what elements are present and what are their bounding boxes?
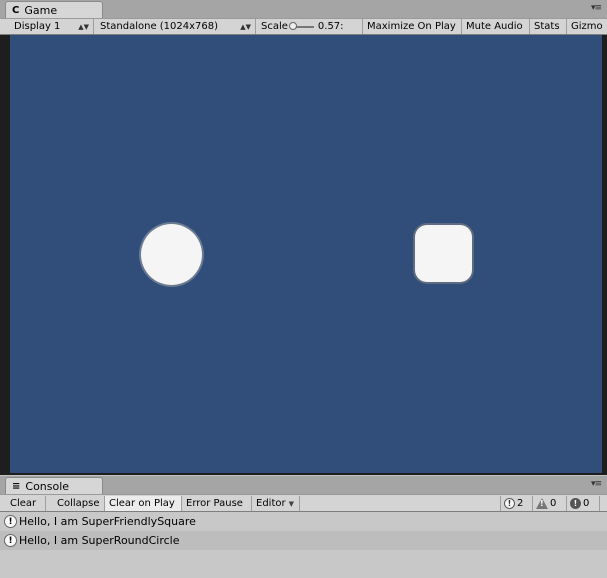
mute-audio-label: Mute Audio	[466, 21, 523, 32]
dropdown-arrow-icon: ▲▼	[78, 22, 89, 31]
tab-console[interactable]: ≡ Console	[5, 477, 103, 494]
scale-control: Scale 0.57:	[256, 19, 363, 34]
warning-icon	[536, 498, 548, 509]
info-icon: !	[4, 515, 17, 528]
game-tab-bar: C Game ▾≡	[0, 0, 607, 18]
log-entry[interactable]: ! Hello, I am SuperRoundCircle	[0, 531, 607, 550]
game-toolbar: Display 1 ▲▼ Standalone (1024x768) ▲▼ Sc…	[0, 18, 607, 35]
editor-label: Editor	[256, 498, 286, 509]
warning-count-toggle[interactable]: 0	[532, 496, 566, 511]
tab-game-label: Game	[24, 3, 58, 17]
maximize-on-play-toggle[interactable]: Maximize On Play	[363, 19, 462, 34]
clear-button[interactable]: Clear	[6, 496, 46, 511]
unity-editor: C Game ▾≡ Display 1 ▲▼ Standalone (1024x…	[0, 0, 607, 578]
resolution-label: Standalone (1024x768)	[100, 21, 219, 32]
gizmos-dropdown[interactable]: Gizmo	[567, 19, 607, 34]
log-message: Hello, I am SuperRoundCircle	[19, 534, 180, 547]
error-icon: !	[570, 498, 581, 509]
error-pause-label: Error Pause	[186, 498, 243, 509]
scale-label: Scale	[261, 21, 288, 32]
stats-toggle[interactable]: Stats	[530, 19, 567, 34]
collapse-label: Collapse	[57, 498, 100, 509]
scale-slider-knob[interactable]	[288, 21, 297, 30]
log-entry[interactable]: ! Hello, I am SuperFriendlySquare	[0, 512, 607, 531]
game-view-frame	[0, 35, 607, 475]
console-toolbar: Clear Collapse Clear on Play Error Pause…	[0, 494, 607, 512]
error-count-toggle[interactable]: ! 0	[566, 496, 600, 511]
tab-console-label: Console	[25, 479, 70, 493]
display-dropdown[interactable]: Display 1 ▲▼	[0, 19, 94, 34]
console-icon: ≡	[12, 480, 21, 492]
info-icon: !	[4, 534, 17, 547]
error-count: 0	[583, 498, 590, 509]
console-tab-bar: ≡ Console ▾≡	[0, 476, 607, 494]
game-viewport[interactable]	[10, 35, 602, 473]
dropdown-arrow-icon: ▲▼	[240, 22, 251, 31]
round-circle-sprite	[141, 224, 202, 285]
mute-audio-toggle[interactable]: Mute Audio	[462, 19, 530, 34]
maximize-on-play-label: Maximize On Play	[367, 21, 456, 32]
friendly-square-sprite	[415, 225, 472, 282]
clear-on-play-label: Clear on Play	[109, 498, 175, 509]
warning-count: 0	[550, 498, 557, 509]
info-count: 2	[517, 498, 524, 509]
resolution-dropdown[interactable]: Standalone (1024x768) ▲▼	[94, 19, 256, 34]
tab-game[interactable]: C Game	[5, 1, 103, 18]
display-label: Display 1	[14, 21, 61, 32]
log-message: Hello, I am SuperFriendlySquare	[19, 515, 196, 528]
clear-label: Clear	[10, 498, 37, 509]
game-icon: C	[12, 4, 20, 16]
error-pause-toggle[interactable]: Error Pause	[182, 496, 252, 511]
collapse-toggle[interactable]: Collapse	[53, 496, 105, 511]
panel-menu-icon[interactable]: ▾≡	[591, 3, 602, 13]
stats-label: Stats	[534, 21, 560, 32]
scale-value: 0.57:	[317, 21, 344, 32]
clear-on-play-toggle[interactable]: Clear on Play	[105, 496, 182, 511]
editor-dropdown[interactable]: Editor ▼	[252, 496, 300, 511]
scale-slider[interactable]	[288, 21, 314, 30]
info-icon: !	[504, 498, 515, 509]
chevron-down-icon: ▼	[288, 499, 294, 508]
console-log-list[interactable]: ! Hello, I am SuperFriendlySquare ! Hell…	[0, 512, 607, 578]
panel-menu-icon[interactable]: ▾≡	[591, 479, 602, 489]
gizmos-label: Gizmo	[571, 21, 603, 32]
info-count-toggle[interactable]: ! 2	[500, 496, 532, 511]
